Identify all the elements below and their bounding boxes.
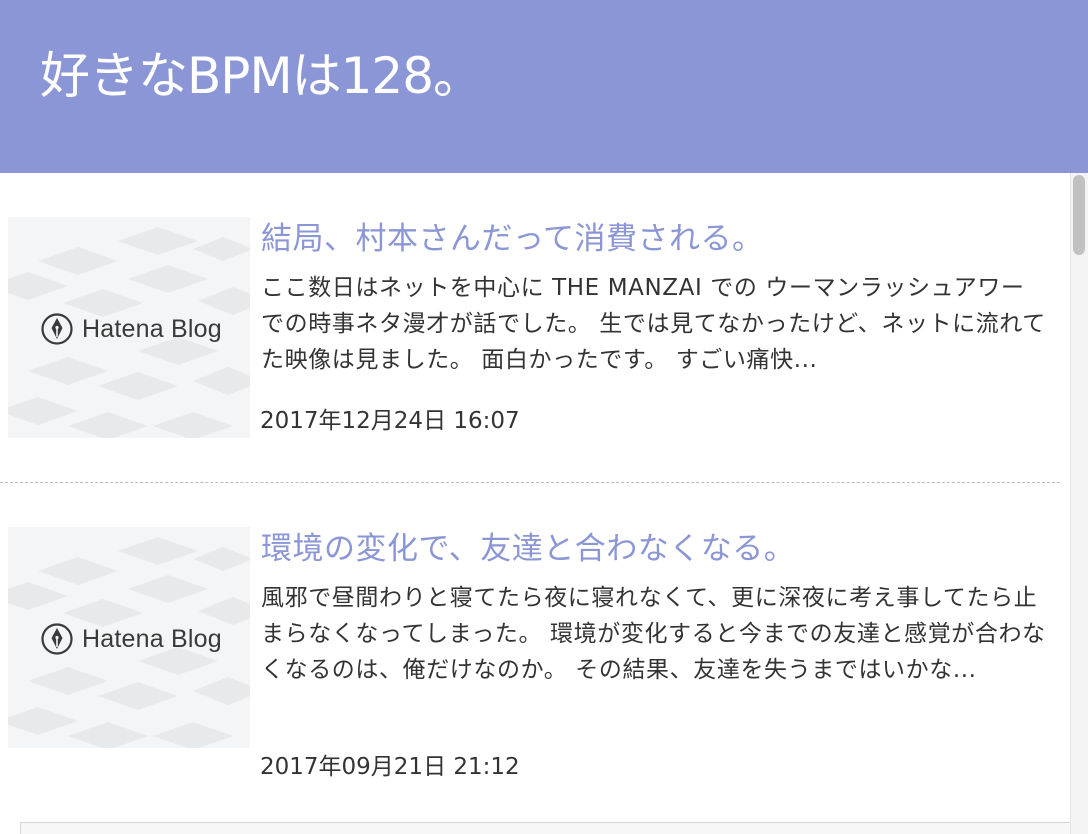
entry-list: Hatena Blog 結局、村本さんだって消費される。 ここ数日はネットを中心… bbox=[0, 173, 1070, 834]
entry-summary: ここ数日はネットを中心に THE MANZAI での ウーマンラッシュアワー で… bbox=[261, 275, 1046, 373]
thumbnail-logo-text: Hatena Blog bbox=[82, 624, 222, 653]
entry-date: 2017年12月24日 16:07 bbox=[260, 408, 520, 434]
entry-summary: 風邪で昼間わりと寝てたら夜に寝れなくて、更に深夜に考え事してたら止まらなくなって… bbox=[261, 585, 1046, 683]
entry-thumbnail[interactable]: Hatena Blog bbox=[8, 217, 250, 438]
hatena-blog-logo: Hatena Blog bbox=[40, 622, 222, 656]
entry-title-link[interactable]: 結局、村本さんだって消費される。 bbox=[261, 219, 763, 259]
bottom-edge bbox=[20, 822, 1070, 834]
blog-header: 好きなBPMは128。 bbox=[0, 0, 1088, 173]
hatena-blog-pen-icon bbox=[41, 313, 73, 345]
vertical-scrollbar[interactable] bbox=[1070, 173, 1088, 834]
hatena-blog-pen-icon bbox=[41, 623, 73, 655]
page: 好きなBPMは128。 Hatena Blog 結局、村本さんだって消費される。… bbox=[0, 0, 1088, 834]
thumbnail-logo-text: Hatena Blog bbox=[82, 314, 222, 343]
entry-thumbnail[interactable]: Hatena Blog bbox=[8, 527, 250, 748]
scrollbar-thumb[interactable] bbox=[1073, 175, 1085, 255]
entry-date: 2017年09月21日 21:12 bbox=[260, 754, 520, 780]
hatena-blog-logo: Hatena Blog bbox=[40, 312, 222, 346]
entry-divider bbox=[0, 482, 1060, 483]
blog-title[interactable]: 好きなBPMは128。 bbox=[40, 46, 483, 106]
entry-title-link[interactable]: 環境の変化で、友達と合わなくなる。 bbox=[261, 529, 795, 569]
